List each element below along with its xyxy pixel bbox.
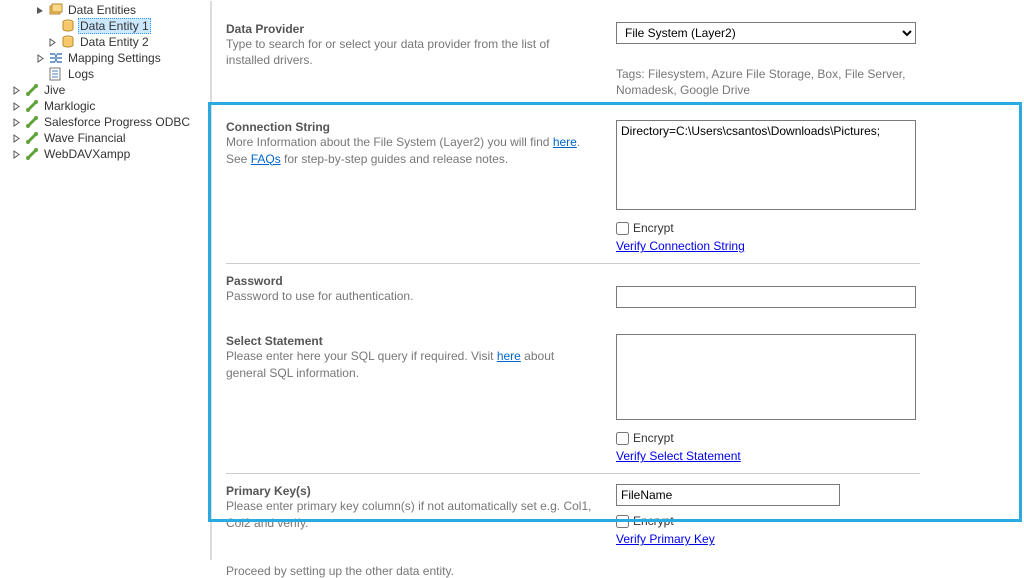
data-provider-select[interactable]: File System (Layer2) [616, 22, 916, 44]
database-icon [60, 18, 76, 34]
separator [226, 263, 920, 264]
tree-label: Logs [66, 67, 96, 81]
tree-label: Data Entity 2 [78, 35, 151, 49]
section-connection-string: Connection String More Information about… [226, 120, 1024, 253]
database-icon [60, 34, 76, 50]
password-title: Password [226, 274, 596, 288]
section-select-statement: Select Statement Please enter here your … [226, 334, 1024, 463]
data-provider-title: Data Provider [226, 22, 596, 36]
tree-item-logs[interactable]: Logs [0, 66, 210, 82]
expand-icon[interactable] [12, 134, 24, 143]
navigation-tree: Data Entities Data Entity 1 Data Entity … [0, 0, 210, 561]
tree-item-wave-financial[interactable]: Wave Financial [0, 130, 210, 146]
select-statement-desc: Please enter here your SQL query if requ… [226, 348, 596, 380]
tree-label: Data Entities [66, 3, 138, 17]
select-statement-encrypt-checkbox[interactable] [616, 432, 629, 445]
tree-label: Wave Financial [42, 131, 128, 145]
tree-label: Mapping Settings [66, 51, 163, 65]
tree-item-mapping-settings[interactable]: Mapping Settings [0, 50, 210, 66]
logs-icon [48, 66, 64, 82]
tree-label: Marklogic [42, 99, 97, 113]
connection-icon [24, 146, 40, 162]
section-password: Password Password to use for authenticat… [226, 274, 1024, 308]
encrypt-label: Encrypt [633, 431, 674, 445]
section-primary-key: Primary Key(s) Please enter primary key … [226, 484, 1024, 546]
primary-key-title: Primary Key(s) [226, 484, 596, 498]
connection-icon [24, 98, 40, 114]
main-panel: Data Provider Type to search for or sele… [212, 0, 1024, 561]
mapping-icon [48, 50, 64, 66]
select-statement-title: Select Statement [226, 334, 596, 348]
expand-icon[interactable] [12, 150, 24, 159]
connection-string-here-link[interactable]: here [553, 135, 577, 149]
expand-icon[interactable] [12, 86, 24, 95]
footer-note: Proceed by setting up the other data ent… [226, 564, 1024, 578]
select-statement-input[interactable] [616, 334, 916, 420]
data-provider-tags: Tags: Filesystem, Azure File Storage, Bo… [616, 66, 916, 98]
tree-label: Salesforce Progress ODBC [42, 115, 192, 129]
connection-string-encrypt-checkbox[interactable] [616, 222, 629, 235]
section-data-provider: Data Provider Type to search for or sele… [226, 22, 1024, 98]
verify-connection-string-link[interactable]: Verify Connection String [616, 239, 745, 253]
tree-item-data-entity-1[interactable]: Data Entity 1 [0, 18, 210, 34]
tree-item-data-entities[interactable]: Data Entities [0, 2, 210, 18]
expand-icon[interactable] [12, 102, 24, 111]
tree-label: Jive [42, 83, 67, 97]
password-desc: Password to use for authentication. [226, 288, 596, 304]
password-input[interactable] [616, 286, 916, 308]
connection-string-title: Connection String [226, 120, 596, 134]
primary-key-input[interactable] [616, 484, 840, 506]
tree-item-salesforce[interactable]: Salesforce Progress ODBC [0, 114, 210, 130]
tree-item-webdav[interactable]: WebDAVXampp [0, 146, 210, 162]
expand-icon[interactable] [12, 118, 24, 127]
connection-icon [24, 114, 40, 130]
encrypt-label: Encrypt [633, 514, 674, 528]
encrypt-label: Encrypt [633, 221, 674, 235]
tree-item-marklogic[interactable]: Marklogic [0, 98, 210, 114]
expand-icon[interactable] [48, 38, 60, 47]
verify-select-statement-link[interactable]: Verify Select Statement [616, 449, 741, 463]
data-provider-desc: Type to search for or select your data p… [226, 36, 596, 68]
separator [226, 473, 920, 474]
collapse-icon[interactable] [36, 6, 48, 15]
connection-icon [24, 82, 40, 98]
tree-item-data-entity-2[interactable]: Data Entity 2 [0, 34, 210, 50]
connection-string-input[interactable] [616, 120, 916, 210]
connection-string-desc: More Information about the File System (… [226, 134, 596, 166]
expand-icon[interactable] [36, 54, 48, 63]
primary-key-desc: Please enter primary key column(s) if no… [226, 498, 596, 530]
tree-item-jive[interactable]: Jive [0, 82, 210, 98]
connection-icon [24, 130, 40, 146]
tree-label: Data Entity 1 [78, 18, 151, 34]
verify-primary-key-link[interactable]: Verify Primary Key [616, 532, 715, 546]
tree-label: WebDAVXampp [42, 147, 132, 161]
folder-stack-icon [48, 2, 64, 18]
connection-string-faqs-link[interactable]: FAQs [251, 152, 281, 166]
select-statement-here-link[interactable]: here [497, 349, 521, 363]
primary-key-encrypt-checkbox[interactable] [616, 515, 629, 528]
